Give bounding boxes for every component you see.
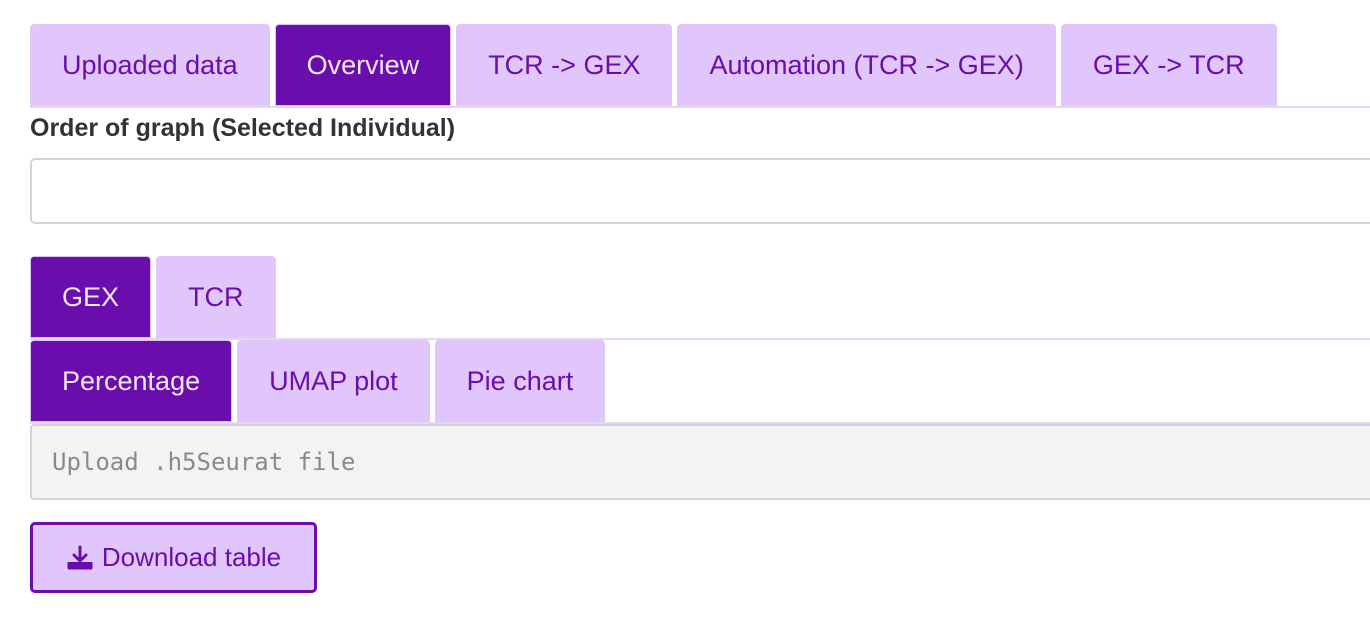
- download-icon: [66, 544, 94, 572]
- page: Uploaded data Overview TCR -> GEX Automa…: [0, 0, 1370, 626]
- upload-placeholder: Upload .h5Seurat file: [52, 448, 356, 476]
- main-tab-bar: Uploaded data Overview TCR -> GEX Automa…: [30, 24, 1370, 108]
- order-of-graph-input[interactable]: [30, 158, 1370, 224]
- tab-tcr[interactable]: TCR: [156, 256, 276, 338]
- tab-umap-plot[interactable]: UMAP plot: [237, 340, 430, 422]
- tab-tcr-to-gex[interactable]: TCR -> GEX: [456, 24, 673, 106]
- tab-gex[interactable]: GEX: [30, 256, 152, 338]
- view-tab-bar: Percentage UMAP plot Pie chart: [30, 340, 1370, 424]
- download-table-button[interactable]: Download table: [30, 522, 317, 593]
- tab-automation-tcr-to-gex[interactable]: Automation (TCR -> GEX): [677, 24, 1056, 106]
- tab-uploaded-data[interactable]: Uploaded data: [30, 24, 270, 106]
- tab-percentage[interactable]: Percentage: [30, 340, 233, 422]
- data-type-tab-bar: GEX TCR: [30, 256, 1370, 340]
- tab-pie-chart[interactable]: Pie chart: [434, 340, 606, 422]
- tab-gex-to-tcr[interactable]: GEX -> TCR: [1060, 24, 1277, 106]
- order-of-graph-label: Order of graph (Selected Individual): [30, 114, 456, 142]
- tab-overview[interactable]: Overview: [274, 24, 452, 106]
- download-table-label: Download table: [101, 542, 282, 572]
- upload-h5seurat-field[interactable]: Upload .h5Seurat file: [30, 424, 1370, 500]
